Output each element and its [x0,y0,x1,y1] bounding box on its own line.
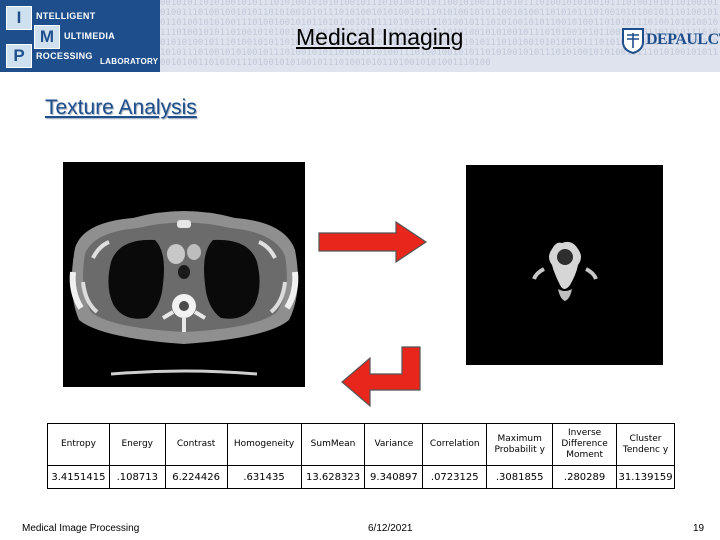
value-cell-entropy: 3.4151415 [47,465,110,489]
value-cell-inverse-difference-moment: .280289 [552,465,618,489]
value-cell-contrast: 6.224426 [164,465,228,489]
value-cell-homogeneity: .631435 [226,465,302,489]
imp-word-laboratory: LABORATORY [100,57,159,66]
header-cell-energy: Energy [108,423,166,466]
imp-word-intelligent: NTELLIGENT [36,11,96,21]
page-title: Medical Imaging [296,24,464,50]
header-cell-inverse-difference-moment: Inverse Difference Moment [552,423,618,466]
imp-word-processing: ROCESSING [36,51,93,61]
depaul-logo: DEPAULCTI [614,24,720,60]
header-cell-cluster-tendency: Cluster Tendenc y [616,423,675,466]
footer-page-number: 19 [693,523,705,534]
imp-word-multimedia: ULTIMEDIA [64,31,116,41]
value-cell-maximum-probability: .3081855 [486,465,554,489]
value-cell-correlation: .0723125 [422,465,488,489]
depaul-logo-text: DEPAULCTI [646,31,720,48]
shield-icon [622,28,644,54]
value-cell-cluster-tendency: 31.139159 [616,465,675,489]
section-title: Texture Analysis [45,96,197,119]
arrow-right-icon [318,221,428,263]
value-cell-variance: 9.340897 [364,465,424,489]
ct-scan-image [63,162,305,387]
texture-features-table: Entropy Energy Contrast Homogeneity SumM… [47,423,675,489]
value-cell-energy: .108713 [108,465,166,489]
imp-lab-logo: I NTELLIGENT M ULTIMEDIA P ROCESSING LAB… [0,0,160,72]
footer-date: 6/12/2021 [368,523,413,534]
imp-letter-i: I [6,6,32,30]
value-cell-summean: 13.628323 [300,465,366,489]
arrow-down-left-icon [341,346,421,408]
imp-letter-m: M [34,25,60,49]
header-cell-variance: Variance [364,423,424,466]
header-cell-summean: SumMean [300,423,366,466]
header-cell-entropy: Entropy [47,423,110,466]
imp-letter-p: P [6,44,32,68]
header-cell-maximum-probability: Maximum Probabilit y [486,423,554,466]
footer-course-name: Medical Image Processing [22,523,140,534]
table-row: 3.4151415 .108713 6.224426 .631435 13.62… [47,465,675,489]
header-cell-contrast: Contrast [164,423,228,466]
header-cell-homogeneity: Homogeneity [226,423,302,466]
header-banner: 0010101101010010101110101001010101001011… [0,0,720,72]
cropped-vertebra-image [466,165,663,365]
header-cell-correlation: Correlation [422,423,488,466]
table-header-row: Entropy Energy Contrast Homogeneity SumM… [47,423,675,466]
